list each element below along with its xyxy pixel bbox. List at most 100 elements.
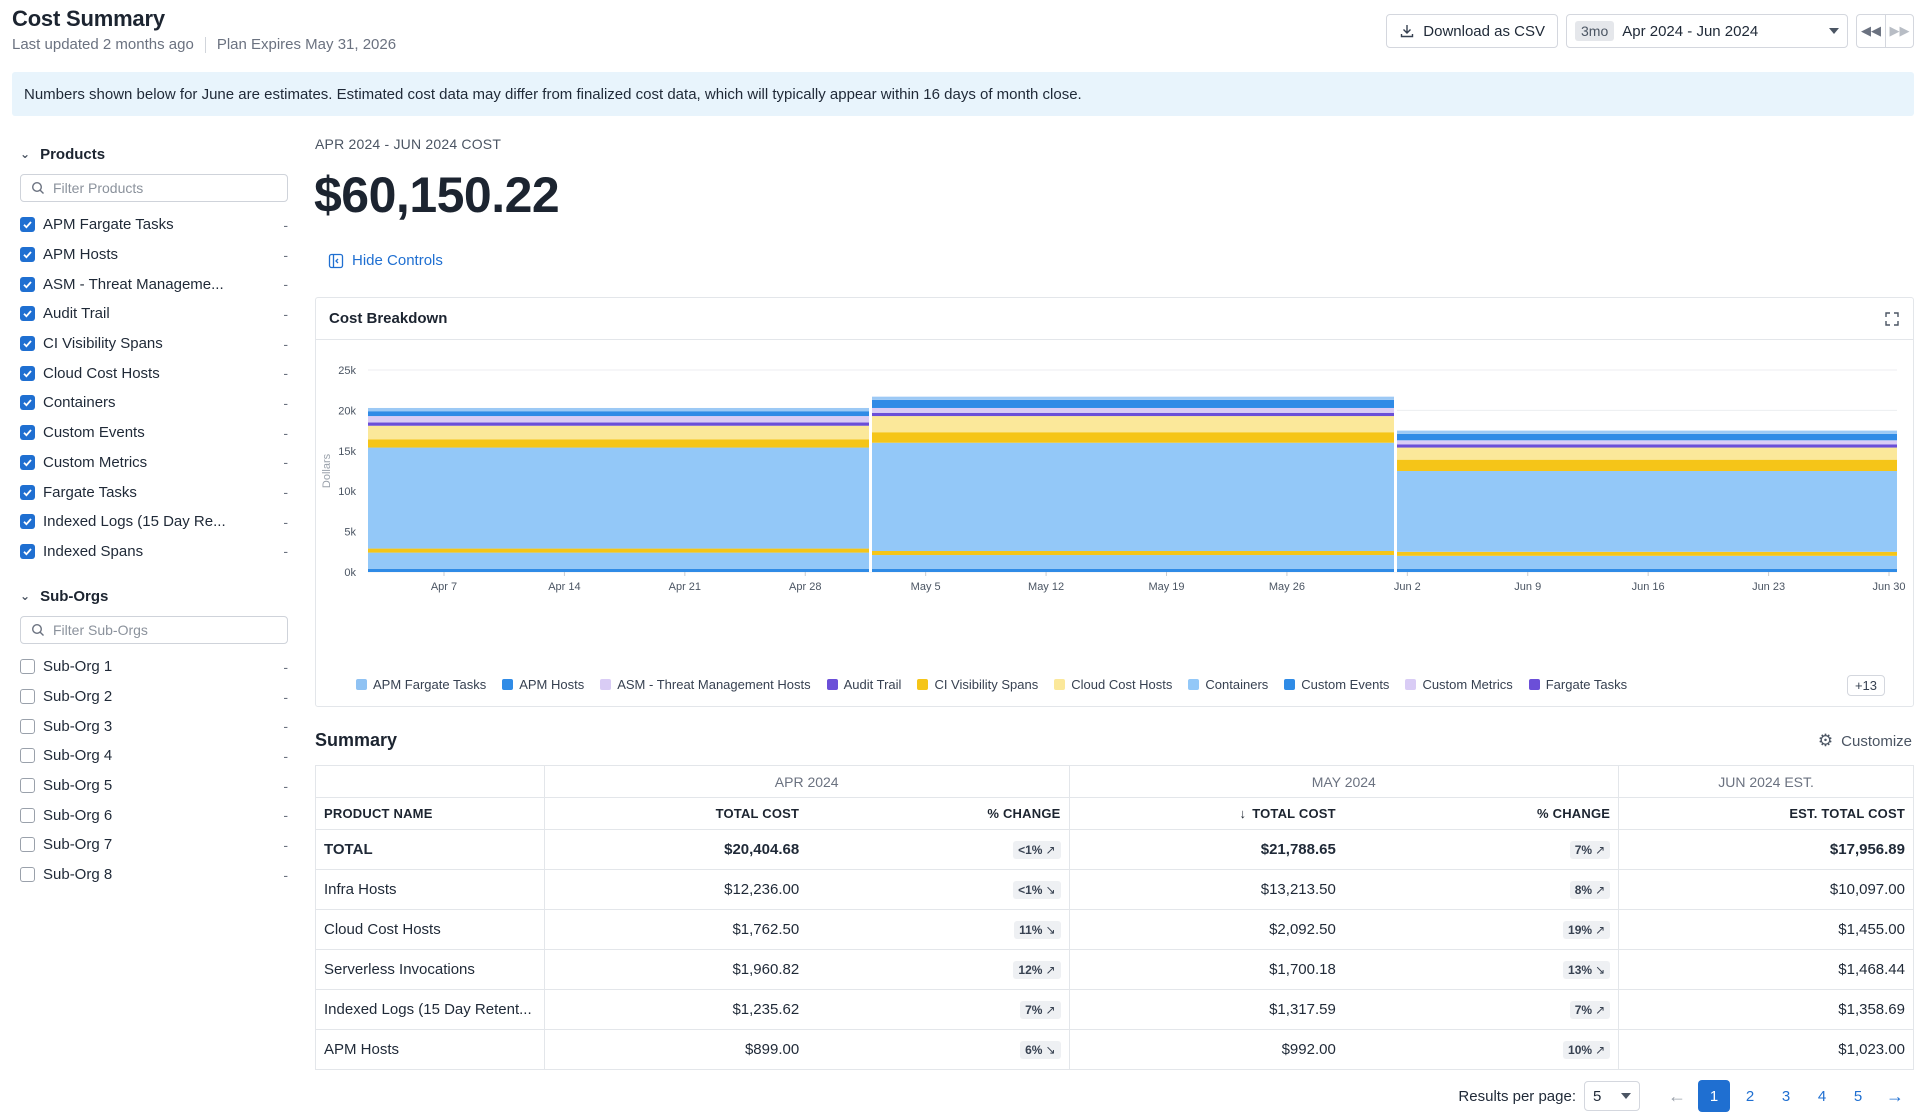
area-segment [872, 399, 1394, 408]
rewind-icon[interactable]: ◀◀ [1857, 15, 1885, 47]
checkbox-unchecked[interactable] [20, 807, 35, 823]
product-item[interactable]: Fargate Tasks - [20, 477, 288, 507]
legend-item[interactable]: Custom Events [1284, 677, 1389, 692]
chevron-down-icon: ⌄ [20, 589, 31, 603]
product-item[interactable]: ASM - Threat Manageme... - [20, 269, 288, 299]
col-may-total[interactable]: ↓ TOTAL COST [1068, 797, 1344, 830]
product-item[interactable]: Custom Metrics - [20, 448, 288, 478]
page-number-button[interactable]: 1 [1698, 1080, 1730, 1112]
legend-item[interactable]: APM Fargate Tasks [356, 677, 486, 692]
col-jun-total[interactable]: EST. TOTAL COST [1618, 797, 1914, 830]
products-section-toggle[interactable]: ⌄ Products [20, 142, 288, 166]
page-number-button[interactable]: 3 [1770, 1080, 1802, 1112]
checkbox-checked[interactable] [20, 454, 35, 470]
product-item[interactable]: APM Hosts - [20, 240, 288, 270]
customize-button[interactable]: ⚙ Customize [1818, 731, 1912, 751]
legend-label: Cloud Cost Hosts [1071, 677, 1173, 692]
product-item[interactable]: Cloud Cost Hosts - [20, 358, 288, 388]
product-label: Containers [43, 394, 116, 412]
jun-total-cell: $1,468.44 [1618, 949, 1914, 990]
legend-item[interactable]: APM Hosts [502, 677, 584, 692]
legend-item[interactable]: Audit Trail [826, 677, 901, 692]
product-item[interactable]: Custom Events - [20, 418, 288, 448]
col-may-change[interactable]: % CHANGE [1343, 797, 1620, 830]
suborgs-section-toggle[interactable]: ⌄ Sub-Orgs [20, 584, 288, 608]
checkbox-checked[interactable] [20, 365, 35, 381]
legend-item[interactable]: Custom Metrics [1405, 677, 1513, 692]
legend-item[interactable]: Containers [1188, 677, 1268, 692]
suborg-item[interactable]: Sub-Org 2 - [20, 682, 288, 712]
filter-products-input[interactable]: Filter Products [20, 174, 288, 202]
product-item[interactable]: Infra Hosts- [20, 566, 288, 572]
suborg-item[interactable]: Sub-Org 3 - [20, 711, 288, 741]
product-label: Audit Trail [43, 305, 110, 323]
checkbox-unchecked[interactable] [20, 689, 35, 705]
page-number-button[interactable]: 5 [1842, 1080, 1874, 1112]
results-per-page-select[interactable]: 5 [1584, 1081, 1640, 1111]
product-item[interactable]: Indexed Spans - [20, 537, 288, 567]
page-number-button[interactable]: 4 [1806, 1080, 1838, 1112]
customize-label: Customize [1841, 732, 1912, 750]
next-page-arrow-icon[interactable]: → [1886, 1086, 1904, 1107]
filter-suborgs-input[interactable]: Filter Sub-Orgs [20, 616, 288, 644]
area-segment [1397, 471, 1897, 552]
col-product-name[interactable]: PRODUCT NAME [315, 797, 545, 830]
legend-item[interactable]: Cloud Cost Hosts [1054, 677, 1172, 692]
hide-controls-label: Hide Controls [352, 252, 443, 269]
checkbox-checked[interactable] [20, 276, 35, 292]
checkbox-checked[interactable] [20, 484, 35, 500]
download-csv-button[interactable]: Download as CSV [1386, 14, 1558, 48]
product-item[interactable]: Indexed Logs (15 Day Re... - [20, 507, 288, 537]
product-label: APM Hosts [43, 246, 119, 264]
prev-page-arrow-icon[interactable]: ← [1668, 1086, 1686, 1107]
checkbox-checked[interactable] [20, 247, 35, 263]
checkbox-checked[interactable] [20, 336, 35, 352]
suborg-item[interactable]: Sub-Org 5 - [20, 771, 288, 801]
fast-forward-icon[interactable]: ▶▶ [1885, 15, 1913, 47]
checkbox-unchecked[interactable] [20, 778, 35, 794]
expand-icon[interactable] [1884, 311, 1900, 327]
area-segment [872, 442, 1394, 551]
apr-total-cell: $1,235.62 [543, 989, 808, 1030]
checkbox-unchecked[interactable] [20, 659, 35, 675]
checkbox-unchecked[interactable] [20, 718, 35, 734]
x-tick-label: Jun 16 [1632, 581, 1665, 593]
legend-item[interactable]: Fargate Tasks [1528, 677, 1627, 692]
page-number-button[interactable]: 2 [1734, 1080, 1766, 1112]
col-apr-total[interactable]: TOTAL COST [543, 797, 808, 830]
checkbox-checked[interactable] [20, 514, 35, 530]
legend-item[interactable]: CI Visibility Spans [917, 677, 1038, 692]
suborg-item[interactable]: Sub-Org 1 - [20, 652, 288, 682]
page-header: Cost Summary Last updated 2 months ago P… [12, 6, 396, 53]
checkbox-checked[interactable] [20, 395, 35, 411]
legend-more-button[interactable]: +13 [1846, 675, 1885, 696]
suborg-item[interactable]: Sub-Org 4 - [20, 741, 288, 771]
col-apr-change[interactable]: % CHANGE [807, 797, 1070, 830]
suborgs-title: Sub-Orgs [40, 587, 109, 605]
checkbox-checked[interactable] [20, 217, 35, 233]
checkbox-checked[interactable] [20, 306, 35, 322]
legend-item[interactable]: ASM - Threat Management Hosts [600, 677, 811, 692]
suborg-item[interactable]: Sub-Org 8 - [20, 860, 288, 890]
area-segment [1397, 555, 1897, 569]
area-segment [872, 568, 1394, 572]
x-tick-label: May 26 [1269, 581, 1305, 593]
suborg-item[interactable]: Sub-Org 7 - [20, 830, 288, 860]
checkbox-checked[interactable] [20, 543, 35, 559]
product-item[interactable]: Audit Trail - [20, 299, 288, 329]
x-tick-label: May 12 [1028, 581, 1064, 593]
product-item[interactable]: CI Visibility Spans - [20, 329, 288, 359]
product-item[interactable]: APM Fargate Tasks - [20, 210, 288, 240]
checkbox-unchecked[interactable] [20, 867, 35, 883]
product-name-cell: Infra Hosts [315, 869, 545, 910]
suborg-item[interactable]: Sub-Org 9- [20, 890, 288, 893]
checkbox-unchecked[interactable] [20, 837, 35, 853]
checkbox-checked[interactable] [20, 425, 35, 441]
area-segment [1397, 447, 1897, 460]
date-range-picker[interactable]: 3mo Apr 2024 - Jun 2024 [1566, 14, 1848, 48]
product-value: - [283, 394, 288, 411]
suborg-item[interactable]: Sub-Org 6 - [20, 800, 288, 830]
hide-controls-button[interactable]: Hide Controls [328, 252, 443, 269]
checkbox-unchecked[interactable] [20, 748, 35, 764]
product-item[interactable]: Containers - [20, 388, 288, 418]
